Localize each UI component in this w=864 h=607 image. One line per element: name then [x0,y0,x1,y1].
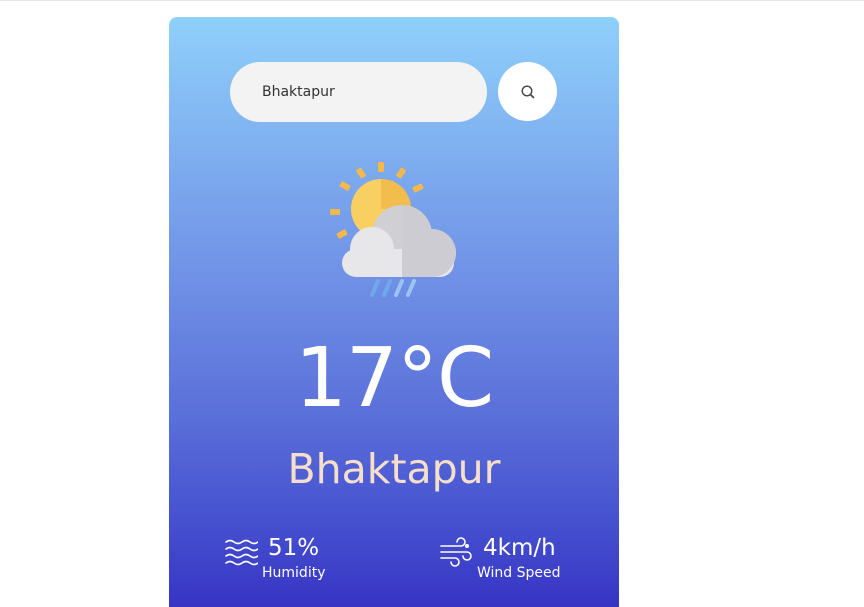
wind-value: 4km/h [483,535,556,561]
wind-label: Wind Speed [477,565,561,581]
humidity-text: 51% Humidity [262,532,325,582]
humidity-value: 51% [268,535,320,561]
top-divider [0,0,864,1]
wind-text: 4km/h Wind Speed [477,532,561,582]
weather-card: 17°C Bhaktapur 51% Humidity 4km/h [169,17,619,607]
humidity-detail: 51% Humidity [224,532,325,582]
humidity-label: Humidity [262,565,326,581]
city-name: Bhaktapur [287,445,501,493]
wind-detail: 4km/h Wind Speed [439,532,561,582]
search-box[interactable] [230,62,487,122]
search-button[interactable] [498,62,557,121]
search-input[interactable] [260,83,474,101]
sun-cloud-rain-icon [330,162,456,297]
search-icon [520,84,534,98]
humidity-waves-icon [225,539,258,566]
temperature: 17°C [294,331,495,426]
wind-icon [440,537,472,567]
